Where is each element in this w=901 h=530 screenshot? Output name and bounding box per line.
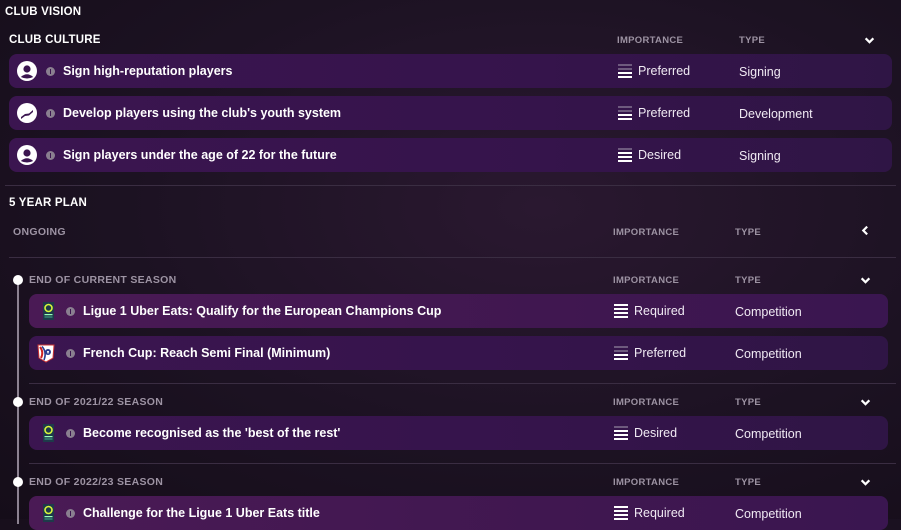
importance-column-header[interactable]: IMPORTANCE: [613, 227, 679, 238]
timeline-dot: [13, 275, 23, 285]
chevron-down-icon: [860, 277, 870, 284]
person-icon: [17, 145, 37, 165]
chevron-down-icon: [860, 399, 870, 406]
importance-indicator: Preferred: [618, 64, 690, 78]
info-icon[interactable]: [46, 67, 55, 76]
expand-ongoing-button[interactable]: [858, 223, 872, 237]
collapse-group-button[interactable]: [858, 273, 872, 287]
ligue1-logo-icon: [43, 302, 54, 320]
type-value: Competition: [735, 347, 802, 361]
chevron-down-icon: [864, 37, 874, 44]
importance-column-header[interactable]: IMPORTANCE: [613, 477, 679, 488]
plan-row[interactable]: French Cup: Reach Semi Final (Minimum) P…: [29, 336, 888, 370]
importance-column-header[interactable]: IMPORTANCE: [613, 275, 679, 286]
type-column-header[interactable]: TYPE: [735, 227, 761, 238]
objective-label: Become recognised as the 'best of the re…: [83, 426, 341, 440]
group-heading: END OF 2021/22 SEASON: [29, 396, 164, 408]
importance-bars-icon: [618, 64, 632, 78]
importance-value: Preferred: [638, 106, 691, 120]
youth-development-icon: [17, 103, 37, 123]
timeline-dot: [13, 397, 23, 407]
plan-row[interactable]: Challenge for the Ligue 1 Uber Eats titl…: [29, 496, 888, 530]
info-icon[interactable]: [66, 349, 75, 358]
ligue1-logo-icon: [43, 504, 54, 522]
collapse-group-button[interactable]: [858, 395, 872, 409]
importance-indicator: Required: [614, 506, 685, 520]
importance-column-header[interactable]: IMPORTANCE: [613, 397, 679, 408]
ligue1-logo-icon: [43, 424, 54, 442]
chevron-down-icon: [860, 479, 870, 486]
ongoing-heading: ONGOING: [13, 226, 66, 238]
type-column-header[interactable]: TYPE: [739, 35, 765, 46]
type-value: Signing: [739, 149, 781, 163]
objective-label: Challenge for the Ligue 1 Uber Eats titl…: [83, 506, 320, 520]
plan-row[interactable]: Ligue 1 Uber Eats: Qualify for the Europ…: [29, 294, 888, 328]
importance-bars-icon: [618, 148, 632, 162]
info-icon[interactable]: [66, 429, 75, 438]
person-icon: [17, 61, 37, 81]
objective-label: Ligue 1 Uber Eats: Qualify for the Europ…: [83, 304, 442, 318]
club-vision-title: CLUB VISION: [5, 6, 82, 18]
importance-bars-icon: [614, 506, 628, 520]
importance-column-header[interactable]: IMPORTANCE: [617, 35, 683, 46]
culture-row-3[interactable]: Sign players under the age of 22 for the…: [9, 138, 892, 172]
importance-bars-icon: [614, 426, 628, 440]
info-icon[interactable]: [66, 509, 75, 518]
timeline-dot: [13, 477, 23, 487]
type-column-header[interactable]: TYPE: [735, 477, 761, 488]
importance-value: Desired: [638, 148, 682, 162]
importance-indicator: Desired: [618, 148, 681, 162]
info-icon[interactable]: [46, 151, 55, 160]
type-value: Development: [739, 107, 813, 121]
objective-label: Sign high-reputation players: [63, 64, 233, 78]
type-column-header[interactable]: TYPE: [735, 397, 761, 408]
objective-label: Develop players using the club's youth s…: [63, 106, 342, 120]
objective-label: Sign players under the age of 22 for the…: [63, 148, 337, 162]
club-culture-heading: CLUB CULTURE: [9, 34, 101, 46]
info-icon[interactable]: [66, 307, 75, 316]
objective-label: French Cup: Reach Semi Final (Minimum): [83, 346, 331, 360]
importance-value: Preferred: [634, 346, 687, 360]
type-value: Competition: [735, 305, 802, 319]
ongoing-divider: [9, 257, 896, 258]
group-heading: END OF 2022/23 SEASON: [29, 476, 164, 488]
info-icon[interactable]: [46, 109, 55, 118]
group-divider: [29, 463, 896, 464]
importance-value: Required: [634, 506, 685, 520]
importance-bars-icon: [618, 106, 632, 120]
importance-indicator: Required: [614, 304, 685, 318]
importance-value: Preferred: [638, 64, 691, 78]
collapse-club-culture-button[interactable]: [862, 33, 876, 47]
group-heading: END OF CURRENT SEASON: [29, 274, 177, 286]
importance-value: Required: [634, 304, 685, 318]
importance-bars-icon: [614, 304, 628, 318]
culture-row-2[interactable]: Develop players using the club's youth s…: [9, 96, 892, 130]
plan-row[interactable]: Become recognised as the 'best of the re…: [29, 416, 888, 450]
importance-bars-icon: [614, 346, 628, 360]
type-value: Competition: [735, 427, 802, 441]
importance-value: Desired: [634, 426, 678, 440]
culture-row-1[interactable]: Sign high-reputation players Preferred S…: [9, 54, 892, 88]
importance-indicator: Desired: [614, 426, 677, 440]
five-year-plan-heading: 5 YEAR PLAN: [9, 197, 88, 209]
section-divider: [5, 185, 896, 186]
type-column-header[interactable]: TYPE: [735, 275, 761, 286]
french-cup-logo-icon: [37, 344, 55, 363]
group-divider: [29, 383, 896, 384]
importance-indicator: Preferred: [614, 346, 686, 360]
collapse-group-button[interactable]: [858, 475, 872, 489]
chevron-left-icon: [861, 225, 868, 235]
importance-indicator: Preferred: [618, 106, 690, 120]
type-value: Signing: [739, 65, 781, 79]
